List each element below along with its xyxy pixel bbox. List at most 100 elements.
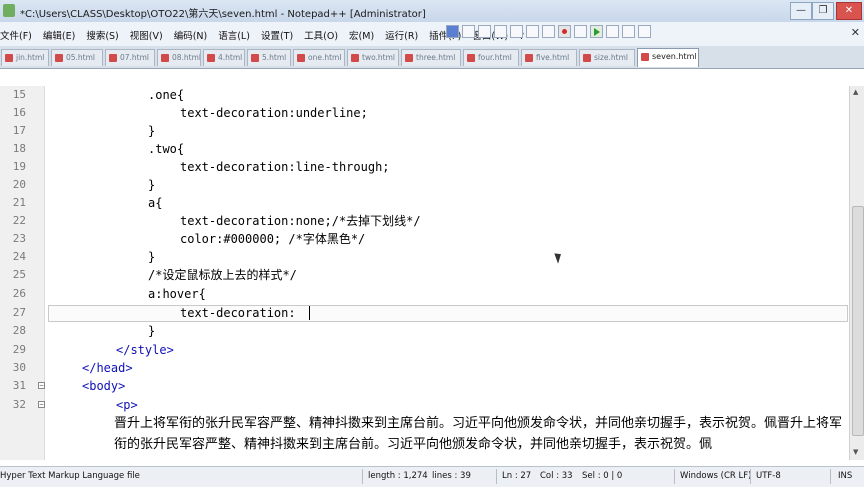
tab-5-html[interactable]: 5.html <box>247 49 291 66</box>
tab-05-html[interactable]: 05.html <box>51 49 103 66</box>
menu-edit[interactable]: 编辑(E) <box>43 31 75 42</box>
tab-two-html[interactable]: two.html <box>347 49 399 66</box>
text-caret <box>309 306 310 320</box>
line-number: 18 <box>12 142 26 155</box>
code-line[interactable]: 31 <body> <box>0 377 848 395</box>
code-line[interactable]: 32 <p> <box>0 396 848 414</box>
close-window-button[interactable]: ✕ <box>836 2 862 20</box>
code-line[interactable]: 21 a{ <box>0 194 848 212</box>
tab-08-html[interactable]: 08.html <box>157 49 201 66</box>
status-file-type: Hyper Text Markup Language file <box>0 471 140 481</box>
scroll-down-icon[interactable]: ▼ <box>853 448 858 456</box>
play-macro-icon[interactable] <box>590 25 603 38</box>
code-text: </style> <box>116 343 174 357</box>
line-number: 22 <box>12 214 26 227</box>
maximize-button[interactable]: ❐ <box>812 2 834 20</box>
code-line[interactable]: 20 } <box>0 176 848 194</box>
status-eol: Windows (CR LF) <box>680 471 752 481</box>
fold-toggle-icon[interactable]: − <box>38 382 45 389</box>
zoom-in-icon[interactable] <box>494 25 507 38</box>
code-text: .one{ <box>148 88 185 102</box>
close-document-icon[interactable]: ✕ <box>851 26 860 39</box>
code-text: text-decoration: <box>180 306 296 320</box>
line-number: 26 <box>12 287 26 300</box>
code-line[interactable]: 26 a:hover{ <box>0 285 848 303</box>
tab-five-html[interactable]: five.html <box>521 49 577 66</box>
line-number: 28 <box>12 324 26 337</box>
line-number: 29 <box>12 343 26 356</box>
tab-4-html[interactable]: 4.html <box>203 49 245 66</box>
indent-guide-icon[interactable] <box>462 25 475 38</box>
code-line[interactable]: 25 /*设定鼠标放上去的样式*/ <box>0 266 848 284</box>
code-text: .two{ <box>148 142 185 156</box>
line-number: 17 <box>12 124 26 137</box>
line-number: 30 <box>12 361 26 374</box>
code-text: a:hover{ <box>148 287 206 301</box>
code-text: } <box>148 324 156 338</box>
code-line[interactable]: 22 text-decoration:none;/*去掉下划线*/ <box>0 212 848 230</box>
scroll-thumb[interactable] <box>852 206 864 436</box>
line-number: 19 <box>12 160 26 173</box>
line-number: 31 <box>12 379 26 392</box>
toolbar <box>446 25 651 38</box>
record-macro-icon[interactable] <box>558 25 571 38</box>
code-line[interactable]: 18 .two{ <box>0 140 848 158</box>
menu-search[interactable]: 搜索(S) <box>86 31 118 42</box>
code-text: text-decoration:none;/*去掉下划线*/ <box>180 214 421 228</box>
code-line[interactable]: 17 } <box>0 122 848 140</box>
status-lines: lines : 39 <box>432 471 471 481</box>
code-line[interactable]: 29 </style> <box>0 341 848 359</box>
line-number: 20 <box>12 178 26 191</box>
save-macro-icon[interactable] <box>622 25 635 38</box>
tab-one-html[interactable]: one.html <box>293 49 345 66</box>
menu-settings[interactable]: 设置(T) <box>261 31 293 42</box>
tab-size-html[interactable]: size.html <box>579 49 635 66</box>
menu-view[interactable]: 视图(V) <box>130 31 163 42</box>
vertical-scrollbar[interactable]: ▲ ▼ <box>849 86 864 460</box>
sync-scroll-icon[interactable] <box>526 25 539 38</box>
spell-check-icon[interactable] <box>638 25 651 38</box>
code-line[interactable]: 16 text-decoration:underline; <box>0 104 848 122</box>
menu-run[interactable]: 运行(R) <box>385 31 418 42</box>
menu-macro[interactable]: 宏(M) <box>349 31 374 42</box>
code-line[interactable]: 28 } <box>0 322 848 340</box>
status-bar: Hyper Text Markup Language file length :… <box>0 466 864 487</box>
code-text: text-decoration:underline; <box>180 106 368 120</box>
status-sel: Sel : 0 | 0 <box>582 471 623 481</box>
status-encoding: UTF-8 <box>756 471 781 481</box>
line-number: 27 <box>12 306 26 319</box>
tab-three-html[interactable]: three.html <box>401 49 461 66</box>
zoom-out-icon[interactable] <box>510 25 523 38</box>
menu-language[interactable]: 语言(L) <box>218 31 250 42</box>
minimize-button[interactable]: — <box>790 2 812 20</box>
code-text: } <box>148 178 156 192</box>
status-separator <box>750 469 751 484</box>
code-line[interactable]: 30 </head> <box>0 359 848 377</box>
doc-map-icon[interactable] <box>542 25 555 38</box>
code-line-current[interactable]: 27 text-decoration: <box>0 304 848 322</box>
code-text: } <box>148 250 156 264</box>
code-text: <body> <box>82 379 126 393</box>
run-multiple-icon[interactable] <box>606 25 619 38</box>
code-line[interactable]: 24 } <box>0 248 848 266</box>
tab-07-html[interactable]: 07.html <box>105 49 155 66</box>
document-tab-bar: jin.html 05.html 07.html 08.html 4.html … <box>0 46 864 69</box>
line-number: 16 <box>12 106 26 119</box>
menu-file[interactable]: 文件(F) <box>0 31 32 42</box>
wrap-icon[interactable] <box>446 25 459 38</box>
show-all-chars-icon[interactable] <box>478 25 491 38</box>
tab-jin-html[interactable]: jin.html <box>1 49 49 66</box>
code-line[interactable]: 19 text-decoration:line-through; <box>0 158 848 176</box>
tab-four-html[interactable]: four.html <box>463 49 519 66</box>
code-line[interactable]: 15 .one{ <box>0 86 848 104</box>
fold-toggle-icon[interactable]: − <box>38 401 45 408</box>
status-ln: Ln : 27 <box>502 471 532 481</box>
tab-seven-html[interactable]: seven.html <box>637 48 699 67</box>
menu-bar: 文件(F) 编辑(E) 搜索(S) 视图(V) 编码(N) 语言(L) 设置(T) 工具(O)… <box>0 22 864 47</box>
code-line[interactable]: 23 color:#000000; /*字体黑色*/ <box>0 230 848 248</box>
menu-encoding[interactable]: 编码(N) <box>174 31 208 42</box>
menu-tools[interactable]: 工具(O) <box>304 31 338 42</box>
line-number: 21 <box>12 196 26 209</box>
scroll-up-icon[interactable]: ▲ <box>853 88 858 96</box>
stop-macro-icon[interactable] <box>574 25 587 38</box>
